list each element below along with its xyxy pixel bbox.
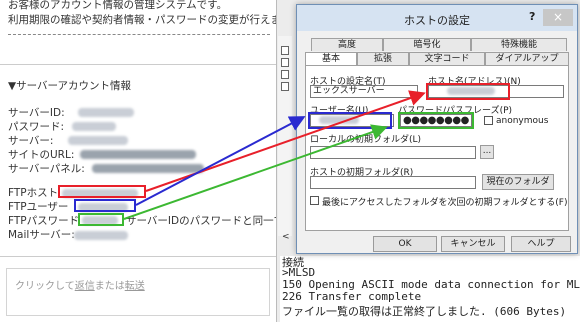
tab-encryption[interactable]: 暗号化: [383, 38, 471, 51]
current-folder-button[interactable]: 現在のフォルダ: [482, 174, 554, 190]
scroll-left-icon[interactable]: <: [282, 232, 290, 242]
forward-link[interactable]: 転送: [125, 281, 145, 292]
file-icon[interactable]: [281, 46, 289, 55]
ok-button[interactable]: OK: [373, 236, 437, 252]
host-settings-dialog: ホストの設定 ? × 高度 暗号化 特殊機能 基本 拡張 文字コード ダイアルア…: [296, 4, 578, 254]
server-panel-label: サーバーパネル:: [8, 163, 85, 175]
last-folder-label: 最後にアクセスしたフォルダを次回の初期フォルダとする(F): [322, 198, 568, 208]
username-highlight: [308, 112, 392, 129]
redacted-link[interactable]: [80, 150, 196, 159]
cancel-button[interactable]: キャンセル: [441, 236, 505, 252]
log-line: ファイル一覧の取得は正常終了しました. (606 Bytes): [282, 305, 567, 318]
dialog-titlebar[interactable]: ホストの設定 ? ×: [297, 5, 577, 31]
help-icon[interactable]: ?: [529, 10, 535, 23]
tab-basic[interactable]: 基本: [305, 52, 357, 66]
divider: [0, 256, 276, 257]
browse-button[interactable]: ...: [480, 145, 494, 159]
ftp-host-label: FTPホスト: [8, 187, 59, 199]
file-icon[interactable]: [281, 82, 289, 91]
mail-server-label: Mailサーバー:: [8, 229, 75, 241]
host-name-input[interactable]: エックスサーバー: [310, 85, 418, 98]
redacted-value: [72, 122, 116, 131]
basic-tab-panel: ホストの設定名(T) エックスサーバー ホスト名(アドレス)(N) ユーザー名(…: [305, 65, 569, 231]
local-folder-label: ローカルの初期フォルダ(L): [310, 135, 422, 145]
password-label: パスワード:: [8, 121, 65, 133]
tab-advanced[interactable]: 高度: [311, 38, 383, 51]
section-heading: ▼サーバーアカウント情報: [8, 80, 132, 92]
reply-link[interactable]: 返信: [75, 281, 95, 292]
close-button[interactable]: ×: [543, 9, 573, 26]
tab-extended[interactable]: 拡張: [357, 52, 409, 65]
reply-middle: または: [94, 281, 125, 292]
intro-line-1: お客様のアカウント情報の管理システムです。: [8, 0, 228, 11]
log-line: 226 Transfer complete: [282, 290, 422, 303]
tab-charset[interactable]: 文字コード: [409, 52, 485, 65]
ftp-user-highlight: [74, 199, 136, 212]
site-url-label: サイトのURL:: [8, 149, 75, 161]
redacted-value: [74, 231, 128, 240]
intro-line-2: 利用期限の確認や契約者情報・パスワードの変更が行えます。: [8, 14, 301, 26]
ftp-password-label: FTPパスワード: [8, 215, 80, 227]
host-address-highlight: [426, 83, 510, 100]
redacted-value: [78, 108, 134, 117]
redacted-value: [68, 136, 128, 145]
server-label: サーバー:: [8, 135, 54, 147]
ftp-user-label: FTPユーザー: [8, 201, 69, 213]
reply-prefix: クリックして: [15, 281, 75, 292]
file-icon[interactable]: [281, 70, 289, 79]
tab-special[interactable]: 特殊機能: [471, 38, 567, 51]
server-id-label: サーバーID:: [8, 107, 65, 119]
reply-box[interactable]: クリックして返信または転送: [6, 268, 270, 316]
ftp-password-highlight: [78, 213, 124, 226]
ftp-host-highlight: [58, 185, 146, 198]
divider: [8, 34, 270, 35]
log-pane: 接続 >MLSD 150 Opening ASCII mode data con…: [280, 256, 580, 322]
redacted-link[interactable]: [92, 164, 204, 173]
reply-hint: クリックして返信または転送: [15, 277, 145, 292]
help-button[interactable]: ヘルプ: [511, 236, 571, 252]
password-highlight: [398, 112, 474, 129]
divider: [0, 64, 276, 65]
ftp-password-note: サーバーIDのパスワードと同一です): [126, 215, 299, 227]
anonymous-checkbox[interactable]: [484, 116, 493, 125]
anonymous-label: anonymous: [496, 116, 549, 126]
local-folder-input[interactable]: [310, 146, 476, 159]
last-folder-checkbox[interactable]: [310, 196, 319, 205]
host-folder-input[interactable]: [310, 176, 476, 189]
tab-dialup[interactable]: ダイアルアップ: [485, 52, 569, 65]
file-icon[interactable]: [281, 58, 289, 67]
